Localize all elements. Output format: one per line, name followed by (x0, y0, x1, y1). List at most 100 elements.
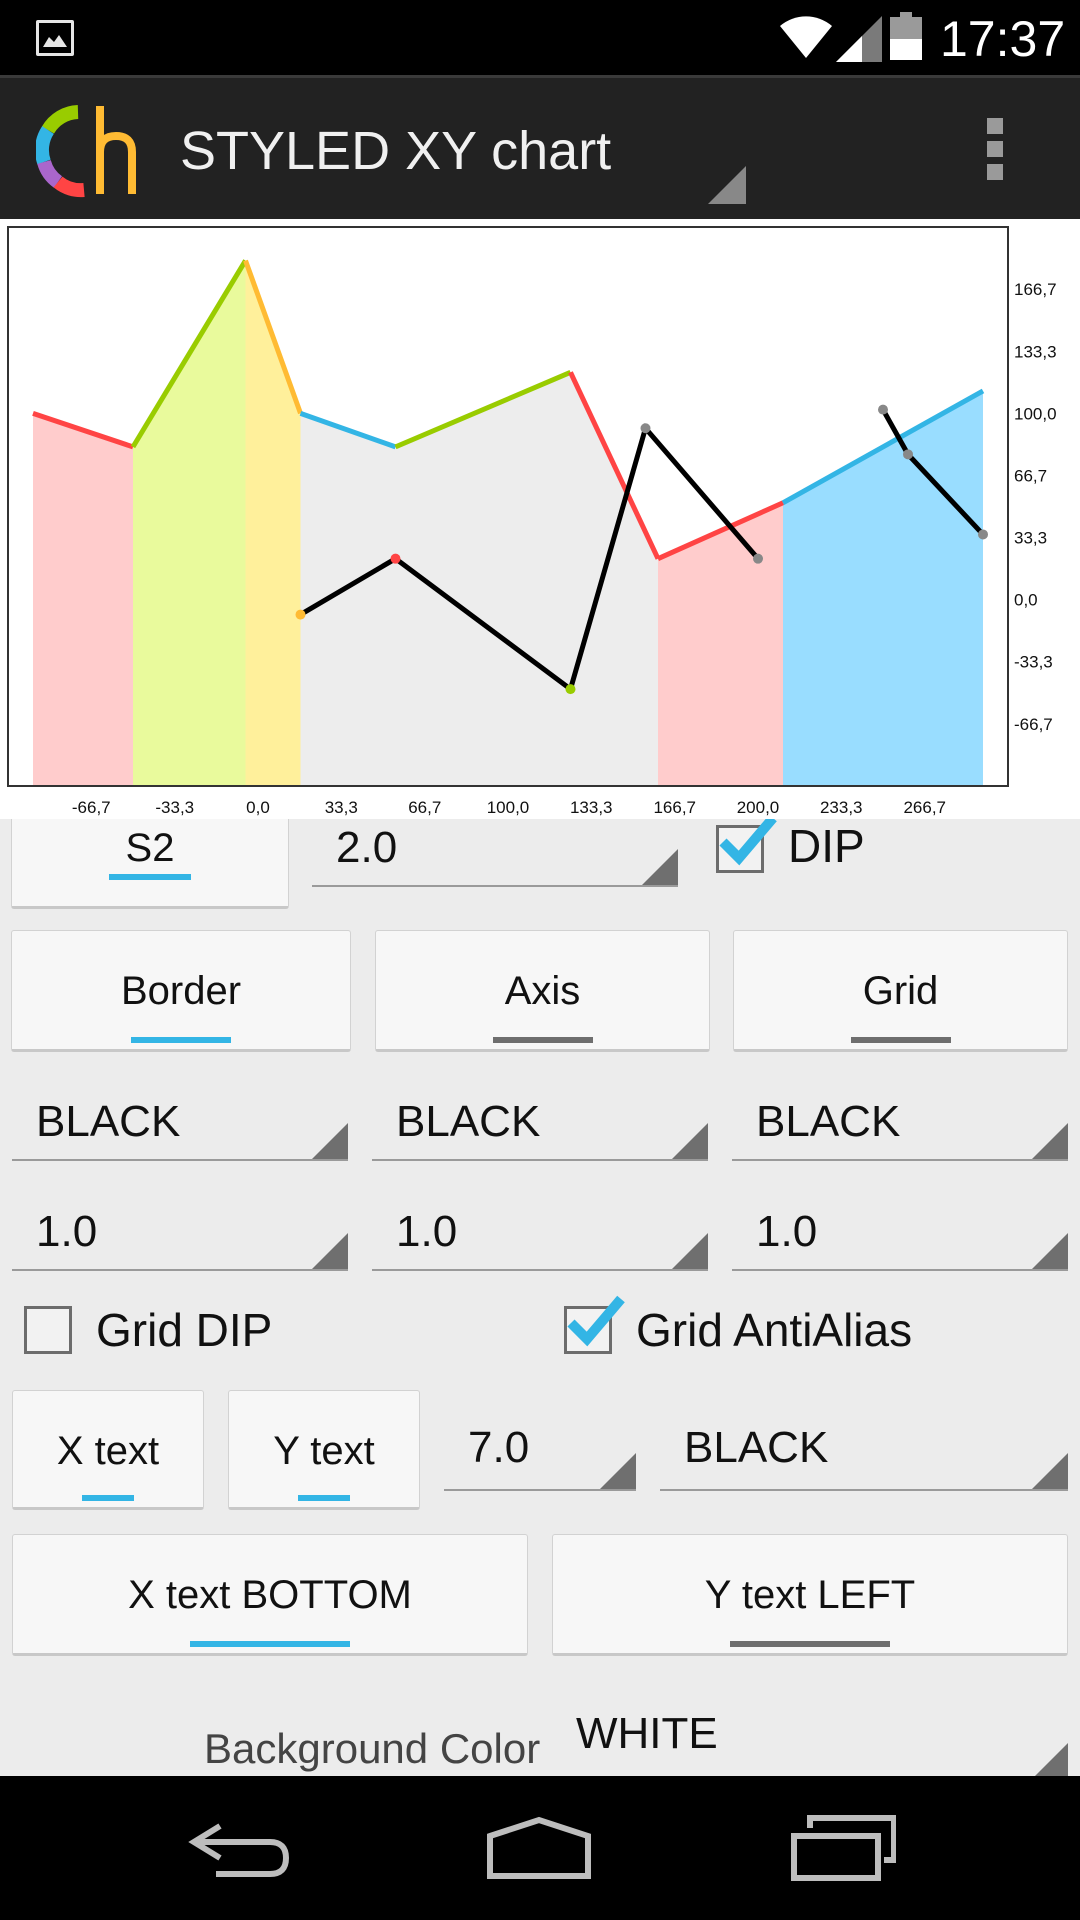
recent-apps-icon[interactable] (790, 1814, 896, 1884)
grid-antialias-checkbox[interactable] (564, 1295, 625, 1354)
checkmark-icon (719, 819, 777, 866)
spinner-corner (1032, 1743, 1068, 1776)
x-tick-label: 233,3 (820, 798, 863, 817)
background-color-label: Background Color (204, 1725, 541, 1772)
area-fill (783, 390, 983, 786)
axis-color-spinner[interactable]: BLACK (372, 1079, 708, 1161)
x-tick-label: 133,3 (570, 798, 613, 817)
dip-label: DIP (788, 820, 865, 872)
grid-width-spinner[interactable]: 1.0 (732, 1189, 1068, 1271)
y-tick-label: 0,0 (1014, 591, 1038, 610)
spinner-corner (600, 1453, 636, 1489)
data-point (565, 684, 576, 695)
x-tick-label: 0,0 (246, 798, 270, 817)
data-point (295, 609, 306, 620)
app-title: STYLED XY chart (180, 121, 612, 181)
grid-color-value: BLACK (756, 1097, 901, 1146)
y-text-button-indicator (298, 1495, 350, 1501)
y-text-position-button[interactable]: Y text LEFT (552, 1534, 1068, 1656)
spinner-corner (672, 1233, 708, 1269)
grid-button-indicator (850, 1037, 951, 1043)
cell-signal-icon (836, 16, 882, 62)
text-size-spinner[interactable]: 7.0 (444, 1409, 636, 1491)
data-point (390, 553, 401, 564)
y-tick-label: 33,3 (1014, 529, 1047, 548)
spinner-corner (1032, 1123, 1068, 1159)
border-button-label: Border (120, 969, 242, 1013)
title-spinner-indicator[interactable] (708, 166, 746, 204)
overflow-menu-icon[interactable] (980, 118, 1010, 184)
background-color-value: WHITE (576, 1709, 718, 1758)
axis-width-spinner[interactable]: 1.0 (372, 1189, 708, 1271)
spinner-corner (1032, 1233, 1068, 1269)
axis-button-label: Axis (504, 969, 581, 1013)
spinner-corner (312, 1233, 348, 1269)
series-button-label: S2 (125, 826, 175, 870)
series-button-indicator (109, 874, 191, 880)
y-text-button-label: Y text (273, 1429, 375, 1473)
gallery-notification-icon (36, 20, 74, 56)
navigation-bar (0, 1776, 1080, 1920)
controls-panel: S2 2.0 DIP Border Axis Grid BLACK BLACK … (0, 819, 1080, 1776)
line-width-value: 2.0 (336, 823, 398, 872)
y-text-button[interactable]: Y text (228, 1390, 420, 1510)
grid-width-value: 1.0 (756, 1207, 818, 1256)
grid-dip-label: Grid DIP (96, 1304, 273, 1356)
grid-antialias-label: Grid AntiAlias (636, 1304, 913, 1356)
x-text-button-indicator (82, 1495, 134, 1501)
grid-color-spinner[interactable]: BLACK (732, 1079, 1068, 1161)
axis-width-value: 1.0 (396, 1207, 458, 1256)
x-text-position-indicator (190, 1641, 350, 1647)
area-fill (300, 413, 396, 786)
text-color-spinner[interactable]: BLACK (660, 1409, 1068, 1491)
dip-checkbox[interactable] (716, 819, 777, 873)
x-tick-label: 166,7 (653, 798, 696, 817)
data-point (640, 423, 651, 434)
x-text-position-button[interactable]: X text BOTTOM (12, 1534, 528, 1656)
x-tick-label: -33,3 (155, 798, 194, 817)
app-logo-icon[interactable] (36, 102, 136, 202)
x-tick-label: 266,7 (903, 798, 946, 817)
series-button[interactable]: S2 (11, 819, 289, 909)
grid-dip-checkbox[interactable] (24, 1306, 72, 1354)
spinner-corner (1032, 1453, 1068, 1489)
chart-area: -66,7 -33,3 0,0 33,3 66,7 100,0 133,3 166,7 200,… (0, 219, 1080, 819)
border-color-spinner[interactable]: BLACK (12, 1079, 348, 1161)
home-icon[interactable] (484, 1814, 594, 1884)
status-bar: 17:37 (0, 0, 1080, 75)
wifi-icon (780, 16, 832, 58)
battery-icon (890, 12, 922, 60)
text-color-value: BLACK (684, 1423, 829, 1472)
y-tick-label: -33,3 (1014, 653, 1053, 672)
background-color-spinner[interactable]: WHITE (552, 1687, 1068, 1776)
border-button[interactable]: Border (11, 930, 351, 1052)
x-tick-label: 100,0 (487, 798, 530, 817)
border-color-value: BLACK (36, 1097, 181, 1146)
grid-button-label: Grid (862, 969, 939, 1013)
data-point (878, 404, 888, 415)
x-text-button[interactable]: X text (12, 1390, 204, 1510)
border-width-value: 1.0 (36, 1207, 98, 1256)
border-width-spinner[interactable]: 1.0 (12, 1189, 348, 1271)
area-fill (658, 502, 783, 786)
axis-button[interactable]: Axis (375, 930, 710, 1052)
text-size-value: 7.0 (468, 1423, 530, 1472)
y-tick-label: 166,7 (1014, 280, 1057, 299)
x-tick-label: 200,0 (737, 798, 780, 817)
x-tick-label: 66,7 (408, 798, 441, 817)
back-icon[interactable] (186, 1814, 292, 1884)
axis-button-indicator (492, 1037, 593, 1043)
x-tick-label: 33,3 (325, 798, 358, 817)
axis-color-value: BLACK (396, 1097, 541, 1146)
y-tick-label: 100,0 (1014, 404, 1057, 423)
line-width-spinner[interactable]: 2.0 (312, 819, 678, 887)
checkmark-icon (567, 1295, 625, 1347)
y-tick-label: 66,7 (1014, 466, 1047, 485)
grid-button[interactable]: Grid (733, 930, 1068, 1052)
area-fill (133, 260, 246, 786)
action-bar: STYLED XY chart (0, 75, 1080, 219)
clock: 17:37 (940, 11, 1066, 67)
x-text-position-label: X text BOTTOM (128, 1573, 412, 1617)
spinner-corner (672, 1123, 708, 1159)
x-tick-label: -66,7 (72, 798, 111, 817)
